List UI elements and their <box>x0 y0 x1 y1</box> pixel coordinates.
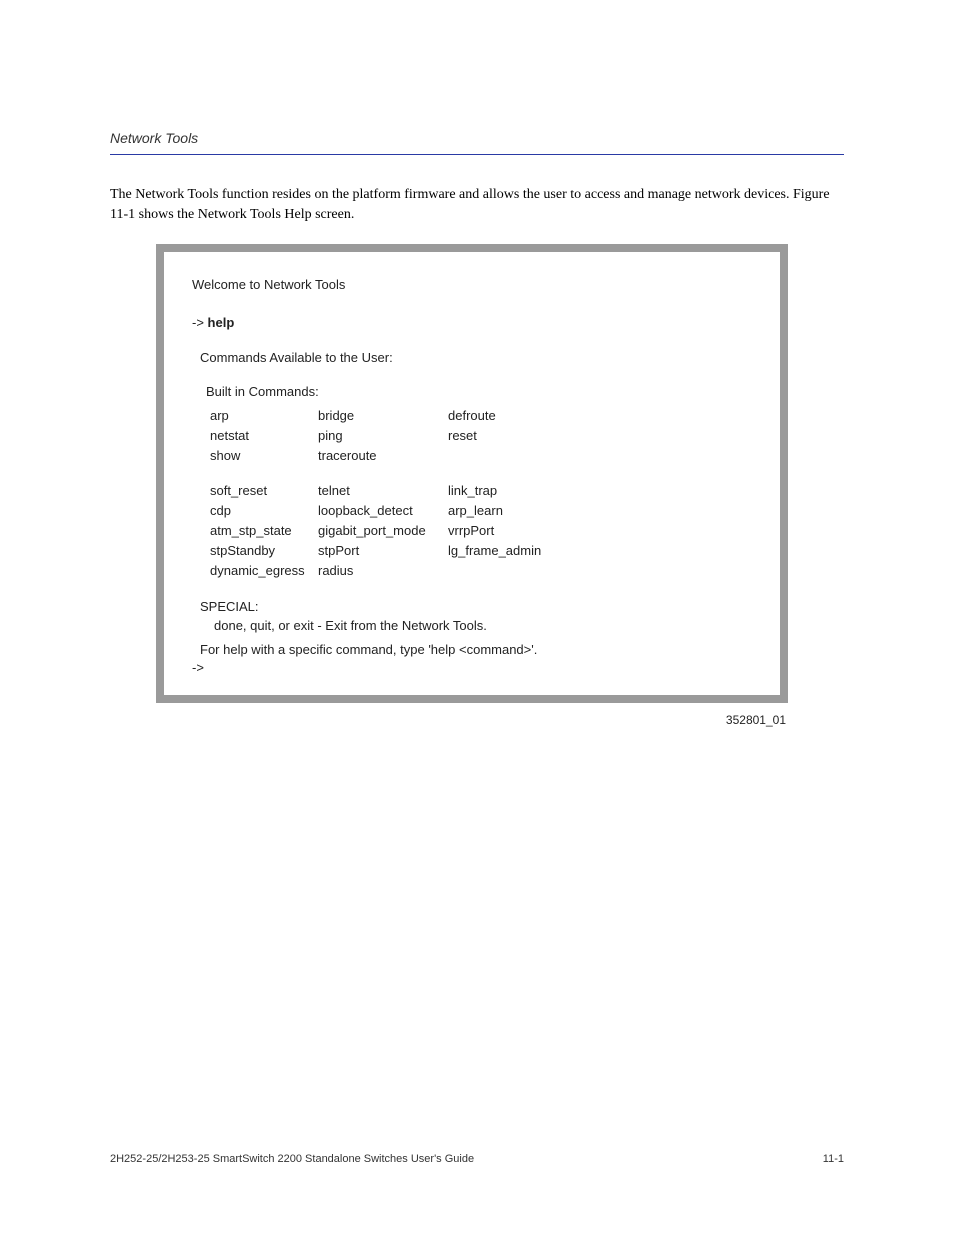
cmd-gap-row <box>210 468 568 482</box>
cmd-cell: stpStandby <box>210 542 318 562</box>
cmd-row: netstat ping reset <box>210 427 568 447</box>
terminal-body: Welcome to Network Tools -> help Command… <box>192 276 752 677</box>
special-label: SPECIAL: <box>200 598 752 616</box>
section-header-title: Network Tools <box>110 130 844 146</box>
cmd-cell <box>448 562 568 582</box>
page-content: Network Tools The Network Tools function… <box>110 130 844 737</box>
cmd-cell: telnet <box>318 482 448 502</box>
commands-available-header: Commands Available to the User: <box>200 349 752 367</box>
terminal-frame: Welcome to Network Tools -> help Command… <box>156 244 788 703</box>
commands-table: arp bridge defroute netstat ping reset s… <box>210 407 568 583</box>
commands-table-wrapper: arp bridge defroute netstat ping reset s… <box>210 407 752 583</box>
cmd-cell: soft_reset <box>210 482 318 502</box>
cmd-cell: ping <box>318 427 448 447</box>
help-hint: For help with a specific command, type '… <box>200 641 752 659</box>
terminal-prompt-row: -> help <box>192 314 752 332</box>
cmd-cell: lg_frame_admin <box>448 542 568 562</box>
cmd-row: show traceroute <box>210 447 568 467</box>
builtin-commands-header: Built in Commands: <box>206 383 752 401</box>
page-footer: 2H252-25/2H253-25 SmartSwitch 2200 Stand… <box>110 1153 844 1165</box>
cmd-row: stpStandby stpPort lg_frame_admin <box>210 542 568 562</box>
terminal-prompt: -> <box>192 315 204 330</box>
cmd-row: soft_reset telnet link_trap <box>210 482 568 502</box>
cmd-cell: bridge <box>318 407 448 427</box>
terminal-command: help <box>208 315 235 330</box>
figure-id: 352801_01 <box>156 713 788 727</box>
cmd-cell: netstat <box>210 427 318 447</box>
cmd-cell: arp_learn <box>448 502 568 522</box>
terminal-final-prompt: -> <box>192 659 752 677</box>
cmd-cell: cdp <box>210 502 318 522</box>
terminal-welcome: Welcome to Network Tools <box>192 276 752 294</box>
cmd-cell: arp <box>210 407 318 427</box>
cmd-row: arp bridge defroute <box>210 407 568 427</box>
footer-doc-title: 2H252-25/2H253-25 SmartSwitch 2200 Stand… <box>110 1153 474 1165</box>
cmd-cell: stpPort <box>318 542 448 562</box>
cmd-cell: gigabit_port_mode <box>318 522 448 542</box>
cmd-row: cdp loopback_detect arp_learn <box>210 502 568 522</box>
special-text: done, quit, or exit - Exit from the Netw… <box>214 617 752 635</box>
intro-paragraph: The Network Tools function resides on th… <box>110 185 844 224</box>
cmd-cell: atm_stp_state <box>210 522 318 542</box>
cmd-cell: traceroute <box>318 447 448 467</box>
terminal-container: Welcome to Network Tools -> help Command… <box>156 244 788 727</box>
header-rule <box>110 154 844 155</box>
cmd-cell: link_trap <box>448 482 568 502</box>
cmd-row: atm_stp_state gigabit_port_mode vrrpPort <box>210 522 568 542</box>
cmd-cell <box>448 447 568 467</box>
cmd-cell: defroute <box>448 407 568 427</box>
cmd-cell: reset <box>448 427 568 447</box>
cmd-cell: radius <box>318 562 448 582</box>
footer-page-number: 11-1 <box>823 1153 844 1165</box>
cmd-cell: vrrpPort <box>448 522 568 542</box>
cmd-cell: show <box>210 447 318 467</box>
cmd-cell: loopback_detect <box>318 502 448 522</box>
cmd-row: dynamic_egress radius <box>210 562 568 582</box>
cmd-cell: dynamic_egress <box>210 562 318 582</box>
